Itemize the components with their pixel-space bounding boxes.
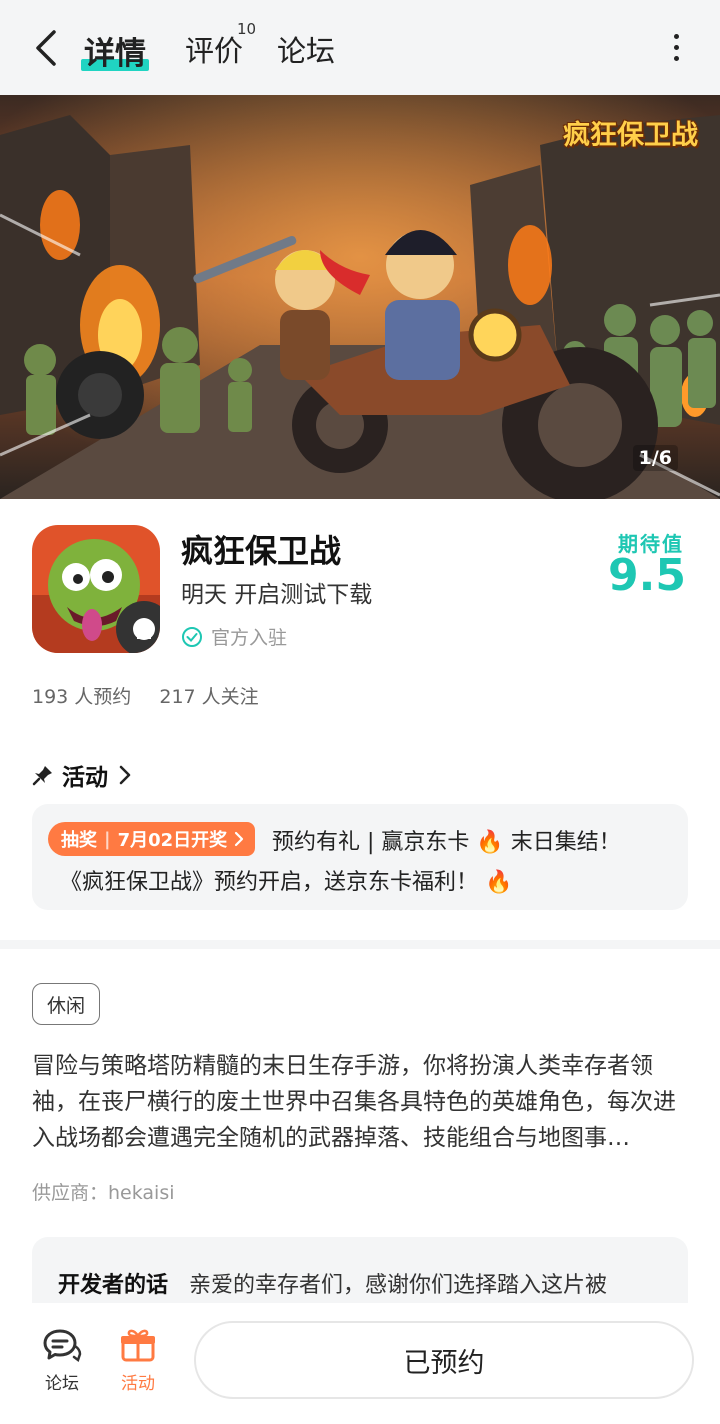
tab-forum-label: 论坛 — [277, 34, 336, 68]
official-label: 官方入驻 — [211, 627, 288, 649]
app-name: 疯狂保卫战 — [181, 532, 342, 570]
supplier-info: 供应商：hekaisi — [32, 1182, 175, 1204]
expectation-score: 9.5 — [608, 550, 686, 601]
pin-icon — [32, 766, 52, 786]
forum-label: 论坛 — [45, 1374, 79, 1394]
back-arrow-icon[interactable] — [30, 28, 66, 68]
tab-review-label: 评价 — [185, 34, 244, 68]
activity-subtitle: 《疯狂保卫战》预约开启，送京东卡福利！ 🔥 — [60, 870, 513, 895]
activity-heading: 活动 — [62, 765, 108, 791]
review-count-badge: 10 — [237, 20, 257, 38]
official-verified: 官方入驻 — [181, 623, 287, 650]
app-release-status: 明天 开启测试下载 — [181, 582, 373, 608]
banner-artwork — [0, 95, 720, 499]
more-menu-icon[interactable] — [670, 34, 682, 64]
chevron-right-icon — [235, 831, 244, 847]
app-stats: 193 人预约 217 人关注 — [32, 682, 259, 709]
tab-review[interactable]: 评价 10 — [185, 20, 256, 70]
carousel-page-indicator: 1/6 — [632, 445, 678, 471]
activity-title: 预约有礼 | 赢京东卡 🔥 末日集结！ — [272, 830, 621, 855]
activity-card[interactable]: 抽奖 | 7月02日开奖 预约有礼 | 赢京东卡 🔥 末日集结！ 《疯狂保卫战》… — [32, 804, 688, 910]
forum-button[interactable]: 论坛 — [32, 1327, 92, 1394]
developer-note-title: 开发者的话 — [58, 1273, 169, 1298]
bottom-action-bar: 论坛 活动 已预约 — [0, 1303, 720, 1424]
chevron-right-icon — [119, 765, 131, 785]
game-logo: 疯狂保卫战 — [563, 120, 698, 151]
gift-icon — [121, 1329, 155, 1362]
screenshot-carousel[interactable]: 疯狂保卫战 1/6 — [0, 95, 720, 499]
activity-button[interactable]: 活动 — [108, 1327, 168, 1394]
lottery-badge: 抽奖 | 7月02日开奖 — [48, 822, 256, 856]
app-icon — [32, 525, 160, 653]
reserved-button[interactable]: 已预约 — [194, 1321, 694, 1399]
developer-note-text: 亲爱的幸存者们，感谢你们选择踏入这片被 — [189, 1273, 608, 1298]
game-description[interactable]: 冒险与策略塔防精髓的末日生存手游，你将扮演人类幸存者领袖，在丧尸横行的废土世界中… — [32, 1048, 692, 1156]
genre-tag[interactable]: 休闲 — [32, 983, 101, 1025]
follower-count: 217 人关注 — [159, 686, 259, 708]
verified-check-icon — [182, 626, 202, 647]
tab-forum[interactable]: 论坛 — [277, 28, 335, 70]
lottery-badge-type: 抽奖 — [61, 830, 97, 851]
reservation-count: 193 人预约 — [32, 686, 132, 708]
activity-section-header[interactable]: 活动 — [32, 758, 132, 792]
section-divider — [0, 940, 720, 949]
tab-detail[interactable]: 详情 — [81, 28, 149, 73]
forum-chat-icon — [43, 1329, 82, 1363]
top-nav-bar: 详情 评价 10 论坛 — [0, 0, 720, 95]
lottery-badge-date: 7月02日开奖 — [117, 830, 228, 851]
activity-label: 活动 — [121, 1374, 155, 1394]
